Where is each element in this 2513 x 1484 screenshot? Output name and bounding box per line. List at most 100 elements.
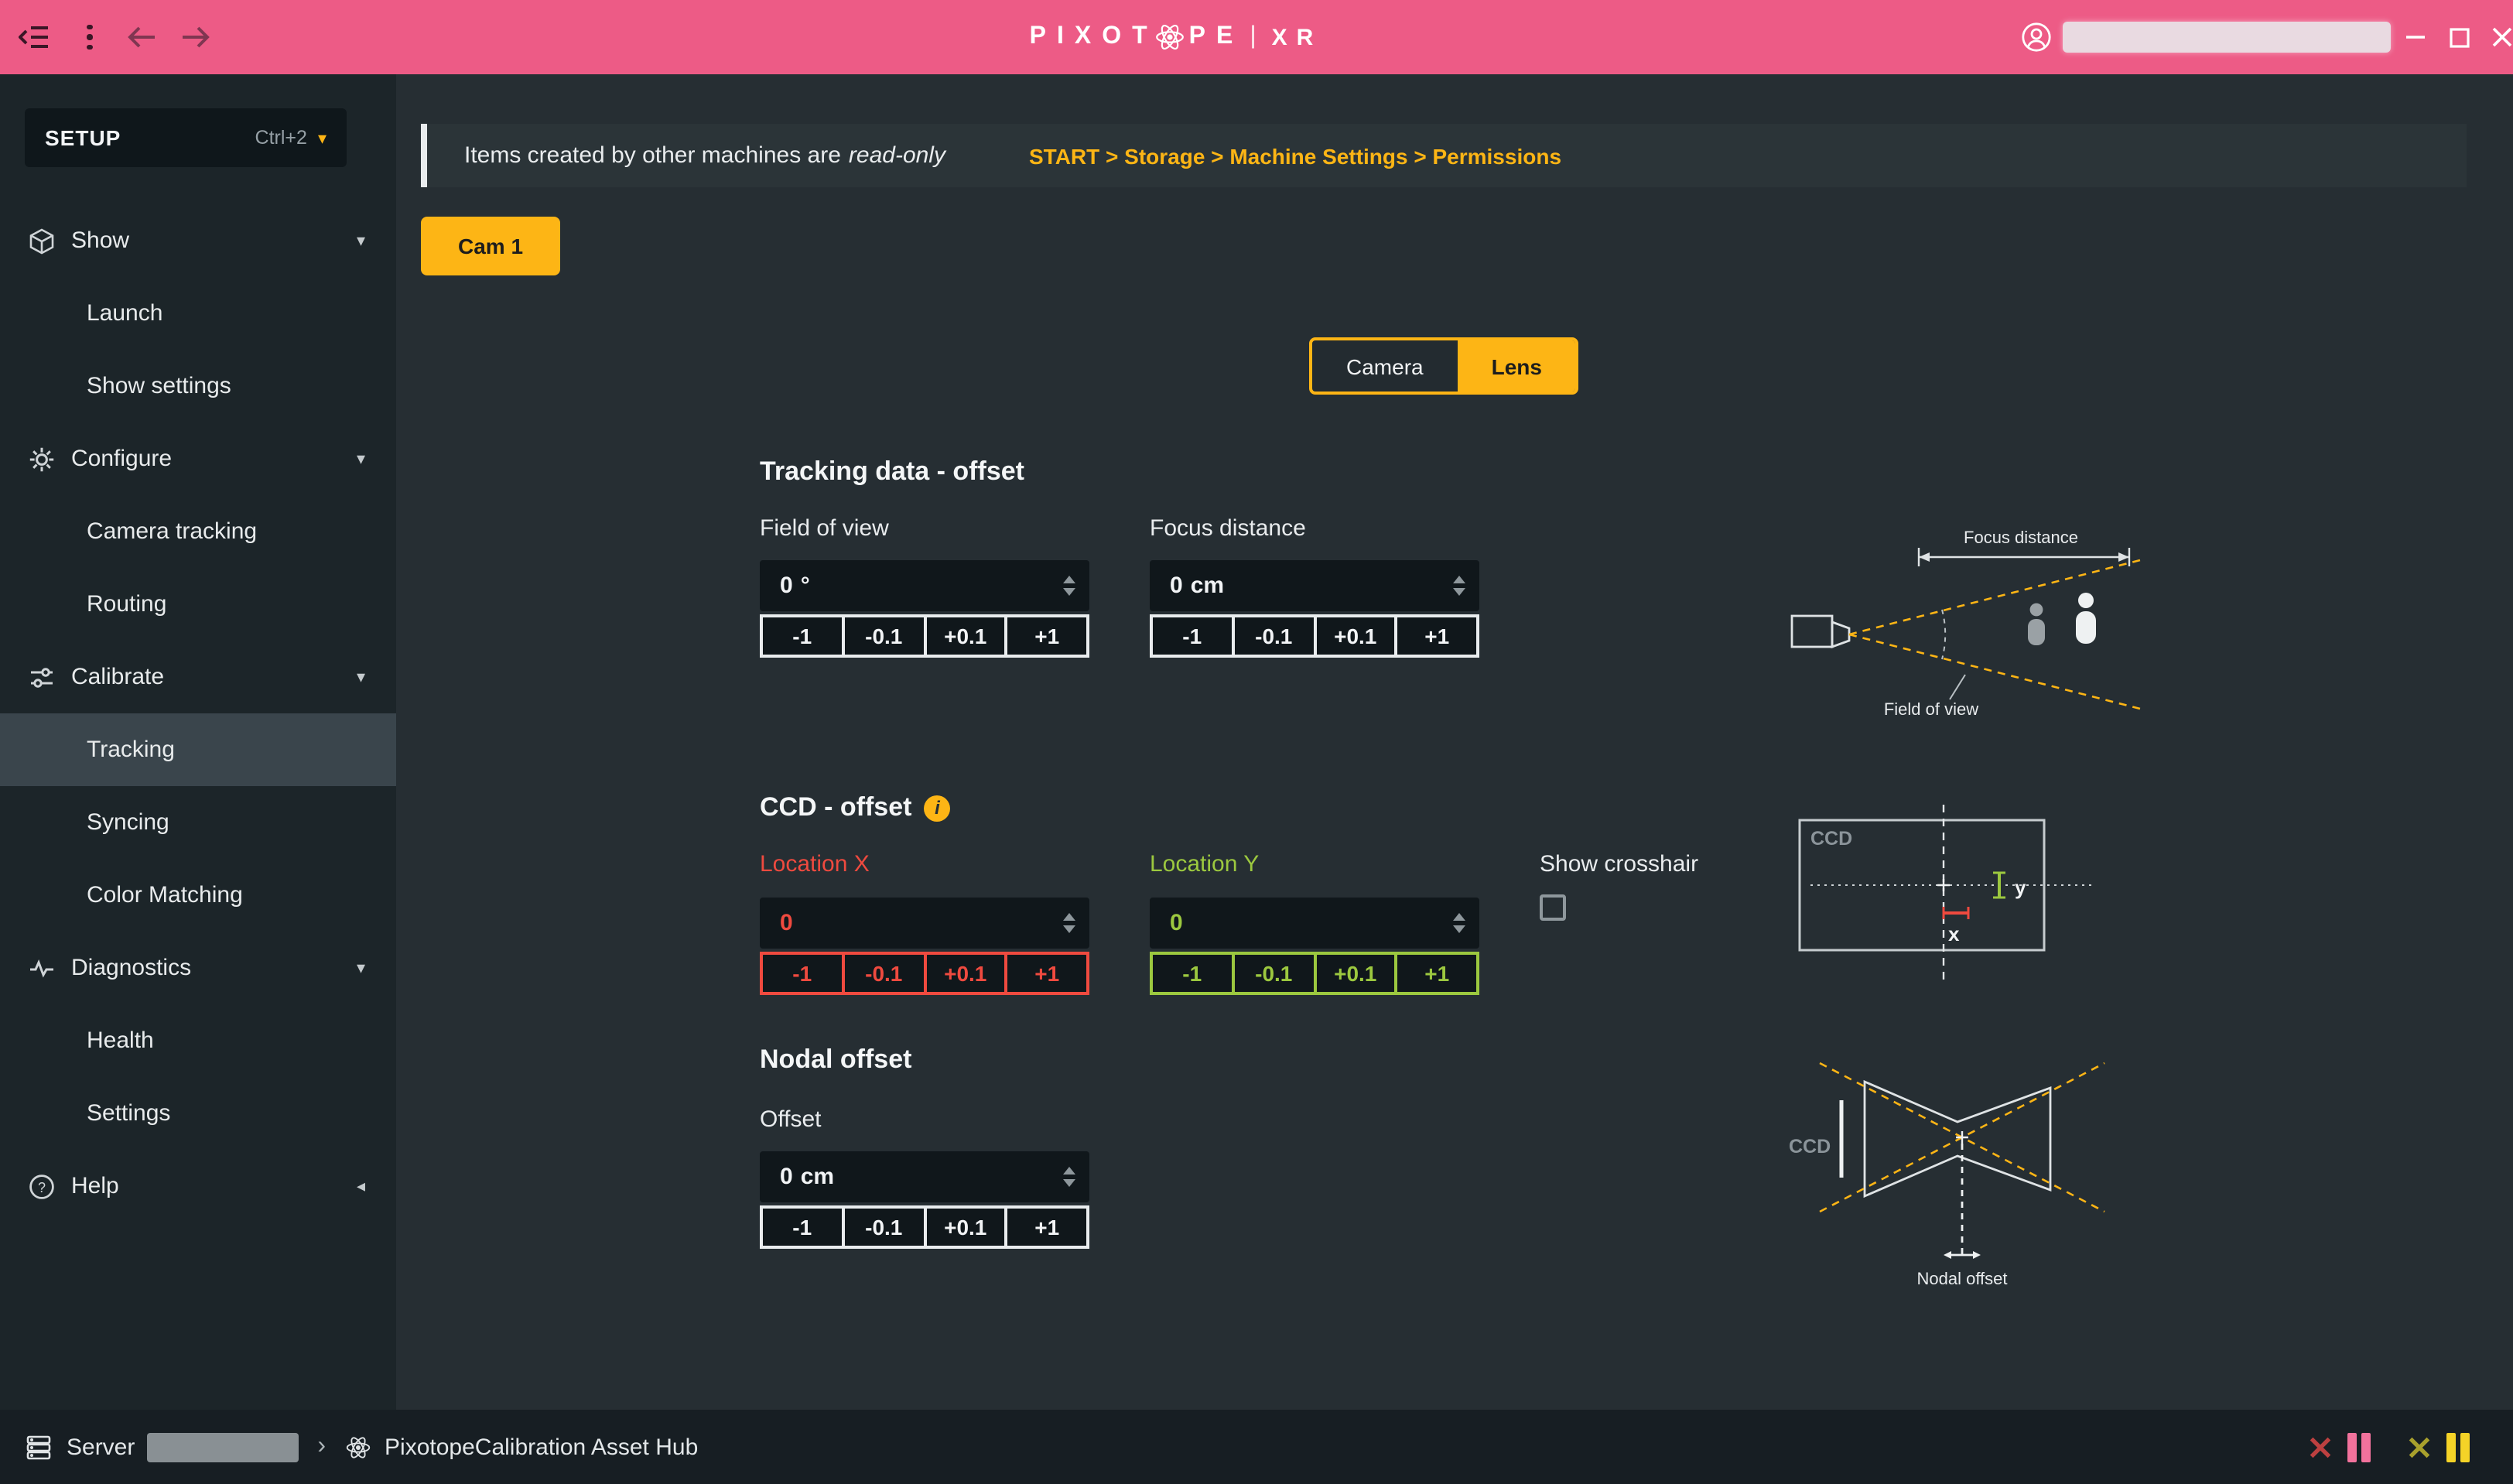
server-label[interactable]: Server (67, 1434, 135, 1460)
svg-text:x: x (1948, 922, 1960, 945)
step-minus-1-button[interactable]: -1 (1150, 952, 1235, 995)
forward-arrow-icon[interactable] (173, 0, 217, 74)
step-plus-1-button[interactable]: +1 (1395, 952, 1480, 995)
sidebar-collapse-icon[interactable] (12, 0, 56, 74)
focus-distance-input[interactable]: 0 cm (1150, 560, 1479, 611)
show-crosshair-checkbox[interactable] (1540, 894, 1566, 921)
camera-lens-tabs: Camera Lens (1309, 337, 1579, 395)
tracking-offset-heading: Tracking data - offset (760, 456, 1024, 487)
nodal-offset-value: 0 (780, 1164, 793, 1190)
location-x-group: 0 -1 -0.1 +0.1 +1 (760, 898, 1089, 995)
svg-text:CCD: CCD (1810, 828, 1852, 850)
asset-hub-label[interactable]: PixotopeCalibration Asset Hub (385, 1434, 698, 1460)
pause-icon-yellow[interactable] (2446, 1432, 2470, 1462)
step-plus-01-button[interactable]: +0.1 (923, 614, 1008, 658)
sidebar-item-health[interactable]: Health (0, 1004, 396, 1077)
sidebar-item-routing[interactable]: Routing (0, 568, 396, 641)
pixotope-logo: PIXOT PE | XR (928, 0, 1424, 74)
step-plus-1-button[interactable]: +1 (1005, 952, 1090, 995)
field-of-view-input[interactable]: 0 ° (760, 560, 1089, 611)
nodal-offset-heading: Nodal offset (760, 1045, 911, 1075)
step-minus-01-button[interactable]: -0.1 (842, 614, 927, 658)
pixotope-app-window: PIXOT PE | XR SETUP Ctrl+ (0, 0, 2513, 1484)
spinner-control[interactable] (1063, 1151, 1075, 1202)
statusbar: Server › PixotopeCalibration Asset Hub (0, 1410, 2513, 1484)
step-plus-01-button[interactable]: +0.1 (923, 952, 1008, 995)
setup-mode-selector[interactable]: SETUP Ctrl+2 ▾ (25, 108, 347, 167)
server-name-redacted (147, 1432, 299, 1462)
pause-icon-pink[interactable] (2347, 1432, 2371, 1462)
field-of-view-label: Field of view (760, 515, 889, 542)
show-cube-icon (28, 227, 56, 255)
step-minus-1-button[interactable]: -1 (760, 1205, 845, 1249)
sidebar-item-calibrate[interactable]: Calibrate ▾ (0, 641, 396, 713)
user-account[interactable] (2021, 0, 2391, 74)
sidebar-item-color-matching[interactable]: Color Matching (0, 859, 396, 932)
tab-lens[interactable]: Lens (1458, 340, 1576, 392)
step-minus-01-button[interactable]: -0.1 (842, 1205, 927, 1249)
help-icon: ? (28, 1172, 56, 1200)
location-x-input[interactable]: 0 (760, 898, 1089, 949)
sidebar-item-label: Diagnostics (71, 955, 191, 981)
sidebar-item-label: Calibrate (71, 664, 164, 690)
chevron-left-icon: ◂ (357, 1176, 365, 1196)
back-arrow-icon[interactable] (121, 0, 164, 74)
svg-text:Focus distance: Focus distance (1964, 528, 2078, 547)
svg-text:?: ? (38, 1179, 46, 1195)
step-plus-1-button[interactable]: +1 (1395, 614, 1480, 658)
sidebar-item-show[interactable]: Show ▾ (0, 204, 396, 277)
minimize-button[interactable] (2395, 0, 2436, 74)
step-minus-1-button[interactable]: -1 (760, 614, 845, 658)
cam-1-button[interactable]: Cam 1 (421, 217, 560, 275)
step-plus-1-button[interactable]: +1 (1005, 1205, 1090, 1249)
field-of-view-value: 0 (780, 573, 793, 599)
close-button[interactable] (2482, 0, 2513, 74)
sidebar-item-settings[interactable]: Settings (0, 1077, 396, 1150)
step-minus-01-button[interactable]: -0.1 (1232, 952, 1317, 995)
logo-text: PIXOT (1030, 23, 1158, 51)
setup-shortcut: Ctrl+2 (255, 127, 307, 149)
show-crosshair-label: Show crosshair (1540, 851, 1698, 877)
sidebar-item-label: Launch (87, 300, 162, 327)
breadcrumb[interactable]: START > Storage > Machine Settings > Per… (1029, 143, 1561, 168)
connection-status-icons (2306, 1410, 2470, 1484)
chevron-down-icon: ▾ (318, 128, 327, 148)
kebab-menu-icon[interactable] (68, 0, 111, 74)
svg-text:CCD: CCD (1789, 1136, 1831, 1157)
field-of-view-diagram: Focus distance Field of view (1776, 523, 2156, 720)
sidebar-item-label: Routing (87, 591, 166, 617)
tab-camera[interactable]: Camera (1312, 340, 1458, 392)
step-minus-1-button[interactable]: -1 (760, 952, 845, 995)
sidebar-item-diagnostics[interactable]: Diagnostics ▾ (0, 932, 396, 1004)
spinner-control[interactable] (1063, 560, 1075, 611)
chevron-down-icon: ▾ (357, 231, 365, 251)
sidebar-item-launch[interactable]: Launch (0, 277, 396, 350)
step-minus-01-button[interactable]: -0.1 (842, 952, 927, 995)
main-content: Items created by other machines are read… (396, 74, 2513, 1410)
spinner-control[interactable] (1453, 898, 1465, 949)
status-error-icon-red[interactable] (2306, 1432, 2335, 1462)
step-plus-01-button[interactable]: +0.1 (923, 1205, 1008, 1249)
spinner-control[interactable] (1453, 560, 1465, 611)
status-error-icon-yellow[interactable] (2405, 1432, 2434, 1462)
nodal-offset-input[interactable]: 0 cm (760, 1151, 1089, 1202)
step-minus-01-button[interactable]: -0.1 (1232, 614, 1317, 658)
location-y-input[interactable]: 0 (1150, 898, 1479, 949)
focus-distance-unit: cm (1191, 573, 1224, 599)
logo-divider: | (1250, 23, 1256, 51)
sidebar-item-configure[interactable]: Configure ▾ (0, 422, 396, 495)
maximize-button[interactable] (2439, 0, 2479, 74)
ccd-offset-heading: CCD - offset i (760, 792, 950, 823)
step-plus-01-button[interactable]: +0.1 (1313, 614, 1398, 658)
nodal-offset-group: 0 cm -1 -0.1 +0.1 +1 (760, 1151, 1089, 1249)
info-icon[interactable]: i (924, 795, 950, 821)
step-plus-01-button[interactable]: +0.1 (1313, 952, 1398, 995)
step-minus-1-button[interactable]: -1 (1150, 614, 1235, 658)
spinner-control[interactable] (1063, 898, 1075, 949)
sidebar-item-help[interactable]: ? Help ◂ (0, 1150, 396, 1222)
sidebar-item-camera-tracking[interactable]: Camera tracking (0, 495, 396, 568)
sidebar-item-tracking[interactable]: Tracking (0, 713, 396, 786)
sidebar-item-show-settings[interactable]: Show settings (0, 350, 396, 422)
step-plus-1-button[interactable]: +1 (1005, 614, 1090, 658)
sidebar-item-syncing[interactable]: Syncing (0, 786, 396, 859)
